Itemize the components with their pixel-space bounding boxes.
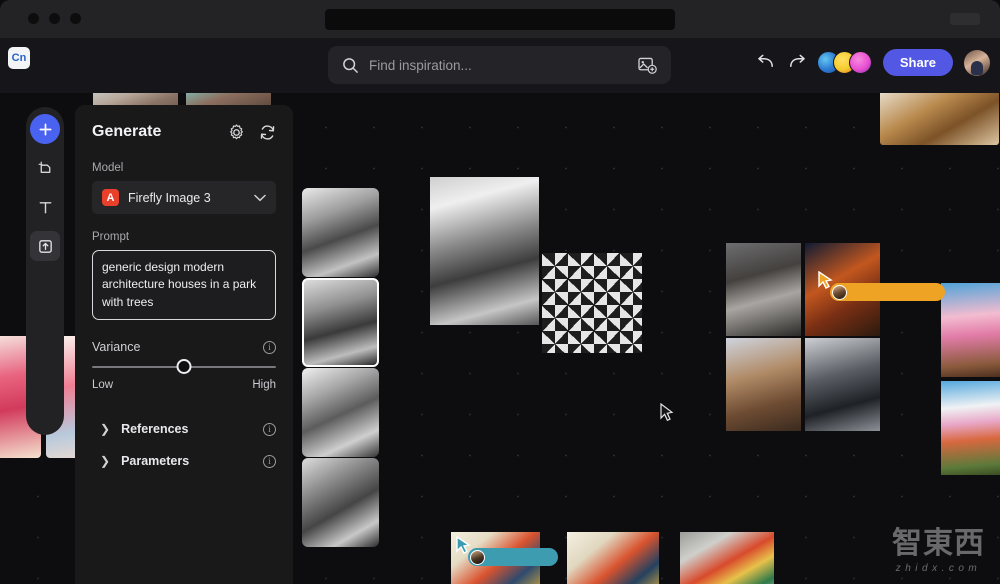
shape-tool[interactable] — [30, 153, 60, 183]
canvas-image-cloudscape-2[interactable] — [941, 381, 1000, 475]
generate-panel: Generate Model A Firefly Image 3 — [75, 105, 293, 584]
thumb-architecture-1[interactable] — [302, 188, 379, 277]
maximize-button[interactable] — [70, 13, 81, 24]
variance-low-label: Low — [92, 379, 113, 391]
parameters-label: Parameters — [121, 454, 252, 468]
text-t-icon — [37, 199, 54, 216]
upload-tool[interactable] — [30, 231, 60, 261]
gear-icon[interactable] — [228, 124, 245, 141]
panel-title: Generate — [92, 123, 161, 141]
model-value: Firefly Image 3 — [128, 191, 254, 205]
watermark-en-text: zhidx.com — [892, 563, 985, 574]
references-label: References — [121, 422, 252, 436]
prompt-value: generic design modern architecture house… — [102, 259, 266, 311]
add-image-icon[interactable] — [638, 57, 657, 74]
minimize-button[interactable] — [49, 13, 60, 24]
undo-arrow-icon[interactable] — [757, 54, 776, 71]
thumb-architecture-2[interactable] — [302, 278, 379, 367]
variance-info-icon[interactable]: i — [263, 341, 276, 354]
user-avatar[interactable] — [964, 50, 990, 76]
app-logo[interactable]: Cn — [8, 47, 30, 69]
model-dropdown[interactable]: A Firefly Image 3 — [92, 181, 276, 214]
references-info-icon[interactable]: i — [263, 423, 276, 436]
app-window: Cn — [0, 0, 1000, 584]
variance-slider-handle[interactable] — [177, 359, 192, 374]
variance-scale: Low High — [92, 379, 276, 391]
crop-shape-icon — [37, 160, 54, 177]
watermark: 智東西 zhidx.com — [892, 518, 985, 574]
panel-header: Generate — [92, 123, 276, 141]
share-button[interactable]: Share — [883, 49, 953, 76]
collaborator-avatar-3[interactable] — [849, 51, 872, 74]
canvas-image-architecture-main[interactable] — [430, 177, 539, 325]
collaborator-avatar-orange — [832, 285, 847, 300]
collaborator-avatar-teal — [470, 550, 485, 565]
canvas-image-woodcube-1[interactable] — [763, 93, 874, 145]
close-button[interactable] — [28, 13, 39, 24]
variance-label: Variance — [92, 340, 140, 354]
search-input[interactable] — [369, 58, 638, 73]
search-bar[interactable] — [328, 46, 671, 84]
thumb-architecture-4[interactable] — [302, 458, 379, 547]
canvas-image-portrait-3[interactable] — [726, 338, 801, 431]
mouse-pointer-icon — [659, 403, 674, 422]
traffic-light-group — [28, 13, 81, 24]
canvas-image-abstract-3[interactable] — [680, 532, 774, 584]
chevron-right-icon: ❯ — [100, 454, 110, 468]
canvas-image-cloudscape-1[interactable] — [941, 283, 1000, 377]
collaborator-label-orange — [830, 283, 945, 301]
watermark-cn-text: 智東西 — [892, 518, 985, 562]
text-tool[interactable] — [30, 192, 60, 222]
tool-rail — [26, 107, 64, 435]
collaborator-label-teal — [468, 548, 558, 566]
window-menu-button[interactable] — [950, 13, 980, 25]
canvas-image-woodcube-2[interactable] — [880, 93, 999, 145]
firefly-badge-icon: A — [102, 189, 119, 206]
variance-slider[interactable] — [92, 366, 276, 368]
canvas-image-abstract-2[interactable] — [567, 532, 659, 584]
chevron-down-icon — [254, 194, 266, 202]
header-actions: Share — [757, 49, 990, 76]
panel-header-icons — [228, 124, 276, 141]
thumb-architecture-3[interactable] — [302, 368, 379, 457]
add-button[interactable] — [30, 114, 60, 144]
prompt-label: Prompt — [92, 231, 276, 243]
canvas-image-portrait-4[interactable] — [805, 338, 880, 431]
upload-icon — [37, 238, 54, 255]
variance-high-label: High — [252, 379, 276, 391]
model-label: Model — [92, 162, 276, 174]
canvas-image-portrait-1[interactable] — [726, 243, 801, 336]
canvas-image-lattice-pattern[interactable] — [542, 253, 642, 353]
search-icon — [342, 57, 359, 74]
refresh-icon[interactable] — [259, 124, 276, 141]
references-section[interactable]: ❯ References i — [92, 413, 276, 445]
redo-arrow-icon[interactable] — [787, 54, 806, 71]
variance-row: Variance i — [92, 340, 276, 354]
prompt-input[interactable]: generic design modern architecture house… — [92, 250, 276, 320]
window-titlebar — [0, 0, 1000, 38]
parameters-info-icon[interactable]: i — [263, 455, 276, 468]
chevron-right-icon: ❯ — [100, 422, 110, 436]
parameters-section[interactable]: ❯ Parameters i — [92, 445, 276, 477]
plus-icon — [38, 122, 53, 137]
collaborator-avatars — [817, 51, 872, 74]
address-bar[interactable] — [325, 9, 675, 30]
thumbnail-strip — [302, 188, 379, 548]
